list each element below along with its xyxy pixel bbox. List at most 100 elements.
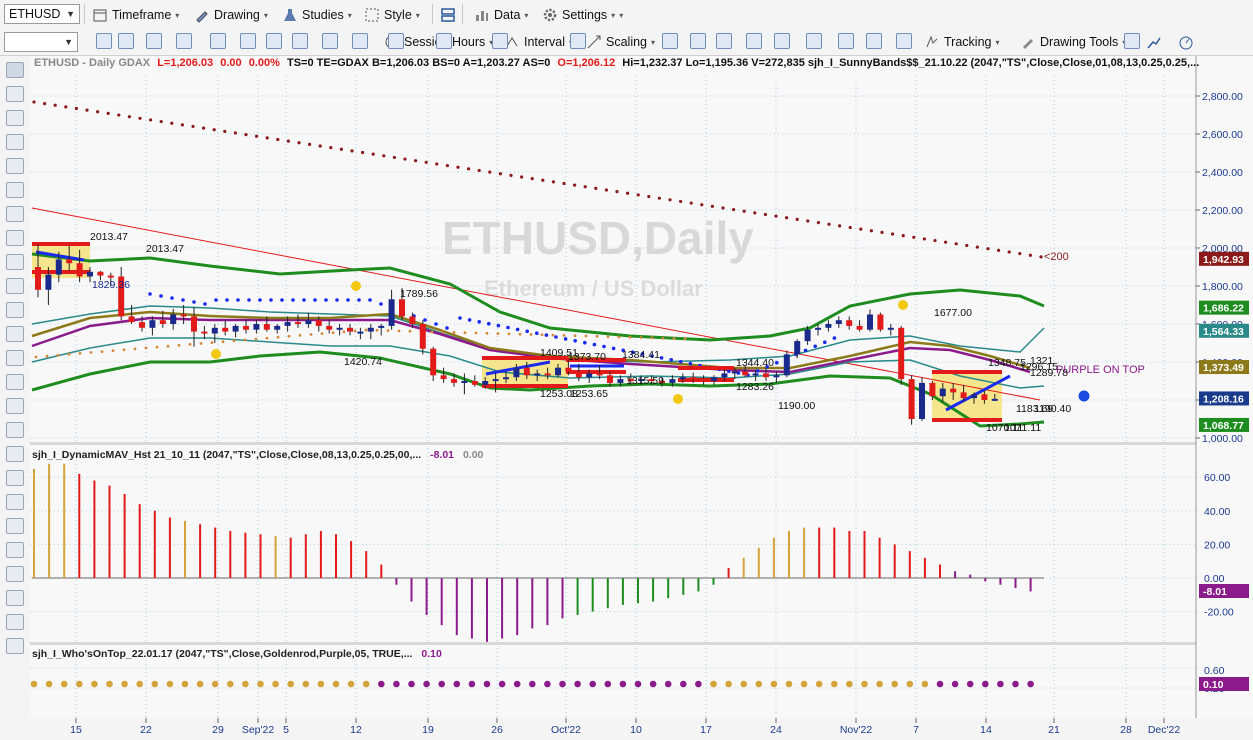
wot-dot xyxy=(695,680,702,688)
ma200-dot xyxy=(43,102,47,106)
rectangle-icon[interactable] xyxy=(6,518,24,534)
vline-icon[interactable] xyxy=(6,182,24,198)
drawing-menu[interactable]: Drawing ▾ xyxy=(194,4,268,26)
timeframe-menu[interactable]: Timeframe ▾ xyxy=(92,4,179,26)
zoom-in-icon[interactable] xyxy=(838,33,854,49)
sync-icon[interactable] xyxy=(240,33,256,49)
sar-dot xyxy=(357,298,361,302)
regression-icon[interactable] xyxy=(6,278,24,294)
candle-body xyxy=(721,373,728,378)
gann-icon[interactable] xyxy=(6,254,24,270)
channel-icon[interactable] xyxy=(6,206,24,222)
layout2-icon[interactable] xyxy=(388,33,404,49)
ma200-dot xyxy=(965,243,969,248)
drawing-tools-menu[interactable]: Drawing Tools▾ xyxy=(1020,31,1126,53)
dotted-line-icon[interactable] xyxy=(6,566,24,582)
vbars2-icon[interactable] xyxy=(774,33,790,49)
scaling-label: Scaling xyxy=(606,35,647,49)
bars2-icon[interactable] xyxy=(690,33,706,49)
trendline-icon[interactable] xyxy=(6,134,24,150)
price-tick-label: 2,800.00 xyxy=(1202,91,1243,103)
hline-icon[interactable] xyxy=(806,33,822,49)
ma200-dot xyxy=(286,139,290,143)
tracking-menu[interactable]: Tracking ▾ xyxy=(924,31,999,53)
ma200-dot xyxy=(106,111,110,116)
studies-menu[interactable]: Studies ▾ xyxy=(282,4,352,26)
dotted-ma xyxy=(617,335,621,339)
caret-icon: ▾ xyxy=(995,37,1000,47)
table-icon[interactable] xyxy=(896,33,912,49)
chart-type-icon[interactable] xyxy=(322,33,338,49)
scaling-menu[interactable]: Scaling ▾ xyxy=(586,31,655,53)
settings-menu[interactable]: Settings ▾ ▾ xyxy=(542,4,623,26)
fib-icon[interactable] xyxy=(6,230,24,246)
chart-combo[interactable]: ▼ xyxy=(4,32,78,52)
candle-body xyxy=(700,379,707,382)
vbars-icon[interactable] xyxy=(746,33,762,49)
overflow-icon[interactable]: ▾ xyxy=(619,11,623,20)
ma200-dot xyxy=(880,230,884,234)
cycle-icon[interactable] xyxy=(6,302,24,318)
bars3-icon[interactable] xyxy=(716,33,732,49)
spiral-icon[interactable] xyxy=(6,374,24,390)
zoom-icon[interactable] xyxy=(176,33,192,49)
chevron-down-icon: ▼ xyxy=(66,9,75,19)
zoom-out-icon[interactable] xyxy=(866,33,882,49)
flask-icon xyxy=(284,9,296,21)
arrow-left-icon[interactable] xyxy=(6,614,24,630)
eraser-icon[interactable] xyxy=(6,590,24,606)
wot-dot xyxy=(393,680,400,688)
bars-icon[interactable] xyxy=(662,33,678,49)
ellipse-icon[interactable] xyxy=(6,494,24,510)
scale-icon[interactable] xyxy=(492,33,508,49)
cursor-icon[interactable] xyxy=(96,33,112,49)
chart-canvas[interactable]: ETHUSD,Daily Ethereum / US Dollar ETHUSD… xyxy=(30,56,1253,740)
wot-dot xyxy=(936,680,944,688)
pen-icon[interactable] xyxy=(6,110,24,126)
hline-icon[interactable] xyxy=(6,158,24,174)
interval-menu[interactable]: Interval▾ xyxy=(504,31,573,53)
candle-body xyxy=(66,259,73,264)
crosshair-icon[interactable] xyxy=(6,86,24,102)
wot-dot xyxy=(513,680,521,688)
wot-dot xyxy=(680,680,687,688)
settings2-icon[interactable] xyxy=(352,33,368,49)
price-tick-label: 2,200.00 xyxy=(1202,205,1243,217)
print-icon[interactable] xyxy=(146,33,162,49)
grid-icon[interactable] xyxy=(6,326,24,342)
header-rest: TS=0 TE=GDAX B=1,206.03 BS=0 A=1,203.27 … xyxy=(287,57,550,69)
dashboard-icon[interactable] xyxy=(1178,34,1194,50)
layout-icon[interactable] xyxy=(440,7,456,23)
arrow-down-icon[interactable] xyxy=(6,446,24,462)
candle-body xyxy=(253,324,260,330)
more-icon[interactable] xyxy=(1124,33,1140,49)
ma200-dot xyxy=(191,124,195,129)
lock-icon[interactable] xyxy=(6,638,24,654)
pin-icon[interactable] xyxy=(266,33,282,49)
caret-icon: ▾ xyxy=(611,10,616,20)
refresh-icon[interactable] xyxy=(210,33,226,49)
text-tool-icon[interactable] xyxy=(6,542,24,558)
symbol-combo[interactable]: ETHUSD ▼ xyxy=(4,4,80,24)
grid-icon[interactable] xyxy=(436,33,452,49)
caret-icon: ▾ xyxy=(524,10,529,20)
price-tick-label: 1,800.00 xyxy=(1202,281,1243,293)
add-indicator-icon[interactable] xyxy=(1146,34,1162,50)
ma200-dot xyxy=(318,144,322,148)
edit-icon[interactable] xyxy=(292,33,308,49)
ma200-dot xyxy=(530,177,534,181)
ma200-dot xyxy=(371,152,375,156)
text-icon[interactable] xyxy=(6,398,24,414)
menu-icon[interactable] xyxy=(6,350,24,366)
arrow-up-icon[interactable] xyxy=(6,470,24,486)
candle-icon[interactable] xyxy=(570,33,586,49)
data-menu[interactable]: Data ▾ xyxy=(474,4,528,26)
candle-body xyxy=(804,329,811,342)
arc-icon[interactable] xyxy=(6,422,24,438)
style-menu[interactable]: Style ▾ xyxy=(364,4,420,26)
cursor-icon[interactable] xyxy=(6,62,24,78)
ma200-dot xyxy=(1018,251,1022,256)
hand-icon[interactable] xyxy=(118,33,134,49)
candle-body xyxy=(326,325,333,330)
candle-body xyxy=(711,377,717,381)
